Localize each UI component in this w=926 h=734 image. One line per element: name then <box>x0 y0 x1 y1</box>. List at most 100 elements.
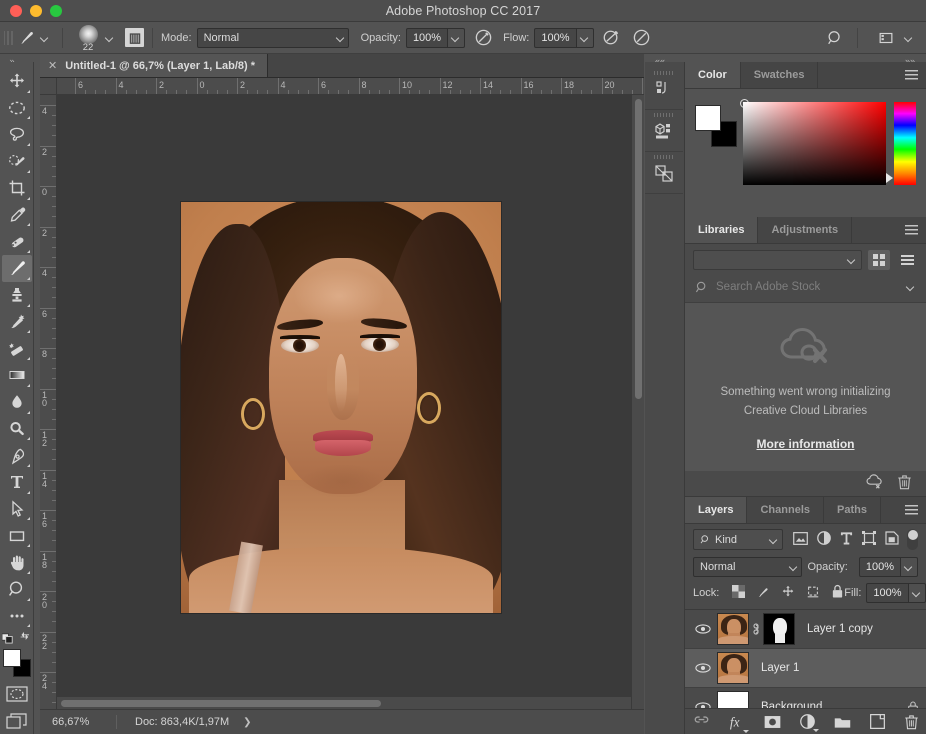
filter-type-icon[interactable] <box>840 531 853 548</box>
document-tab[interactable]: ✕ Untitled-1 @ 66,7% (Layer 1, Lab/8) * <box>40 54 268 77</box>
minimize-window-button[interactable] <box>30 5 42 17</box>
layer-opacity-value[interactable]: 100% <box>859 557 901 577</box>
crop-tool[interactable] <box>2 175 32 202</box>
vertical-ruler[interactable]: 4202468101214161820222426 <box>40 95 57 709</box>
ruler-corner[interactable] <box>40 78 57 95</box>
eyedropper-tool[interactable] <box>2 202 32 229</box>
swap-colors-icon[interactable] <box>19 631 32 644</box>
workspace-icon[interactable] <box>874 26 898 50</box>
opacity-control[interactable]: 100% <box>406 28 465 48</box>
layer-name[interactable]: Layer 1 <box>761 662 926 674</box>
history-brush-tool[interactable] <box>2 309 32 336</box>
canvas-area[interactable] <box>57 95 644 709</box>
edit-toolbar-tool[interactable] <box>2 603 32 630</box>
opacity-value[interactable]: 100% <box>406 28 448 48</box>
link-layers-icon[interactable] <box>693 715 710 729</box>
filter-shape-icon[interactable] <box>862 531 876 548</box>
new-layer-icon[interactable] <box>870 714 885 729</box>
default-colors-icon[interactable] <box>2 631 15 644</box>
layer-opacity-control[interactable]: 100% <box>859 557 918 577</box>
canvas-horizontal-scrollbar[interactable] <box>57 696 631 709</box>
blur-tool[interactable] <box>2 389 32 416</box>
current-tool-preset[interactable] <box>16 22 54 54</box>
zoom-level[interactable]: 66,67% <box>40 716 116 728</box>
new-adjustment-layer-icon[interactable] <box>800 714 815 729</box>
layer-opacity-stepper[interactable] <box>901 557 918 577</box>
more-information-link[interactable]: More information <box>757 437 855 451</box>
healing-brush-tool[interactable] <box>2 228 32 255</box>
brush-panel-icon[interactable]: ▥ <box>125 28 144 47</box>
layer-thumbnail[interactable] <box>717 652 749 684</box>
layer-fill-value[interactable]: 100% <box>866 583 908 603</box>
tab-layers[interactable]: Layers <box>685 497 747 523</box>
tablet-pressure-icon[interactable] <box>630 26 654 50</box>
document-info[interactable]: Doc: 863,4K/1,97M <box>117 716 229 728</box>
layer-name[interactable]: Layer 1 copy <box>807 623 926 635</box>
dodge-tool[interactable] <box>2 416 32 443</box>
tool-preset-chevron-icon[interactable] <box>36 27 54 49</box>
table-row[interactable]: Layer 1 copy <box>685 610 926 649</box>
eraser-tool[interactable] <box>2 335 32 362</box>
workspace-chevron-icon[interactable] <box>900 27 918 49</box>
flow-control[interactable]: 100% <box>534 28 593 48</box>
cloud-sync-error-icon[interactable] <box>865 474 883 493</box>
move-tool[interactable] <box>2 68 32 95</box>
brush-preset-chevron-icon[interactable] <box>101 27 119 49</box>
search-icon[interactable] <box>823 26 847 50</box>
layer-visibility-toggle[interactable] <box>689 623 717 635</box>
lock-artboard-nesting-icon[interactable] <box>806 585 820 602</box>
color-panel-swatches[interactable] <box>695 105 735 145</box>
elliptical-marquee-tool[interactable] <box>2 95 32 122</box>
trash-icon[interactable] <box>897 474 912 493</box>
artboard[interactable] <box>181 202 501 613</box>
tab-adjustments[interactable]: Adjustments <box>758 217 852 243</box>
path-selection-tool[interactable] <box>2 496 32 523</box>
flow-value[interactable]: 100% <box>534 28 576 48</box>
panel-menu-icon-libraries[interactable] <box>905 225 918 235</box>
tab-paths[interactable]: Paths <box>824 497 881 523</box>
lock-position-icon[interactable] <box>781 585 795 602</box>
close-icon[interactable]: ✕ <box>48 59 57 72</box>
hand-tool[interactable] <box>2 549 32 576</box>
grid-view-icon[interactable] <box>868 250 890 270</box>
flow-stepper[interactable] <box>577 28 594 48</box>
filter-kind-select[interactable]: Kind <box>693 529 783 550</box>
3d-panel-icon[interactable] <box>645 110 683 152</box>
screen-mode-icon[interactable] <box>2 707 32 734</box>
search-input[interactable]: Search Adobe Stock <box>716 281 899 293</box>
filter-adjustment-icon[interactable] <box>817 531 831 548</box>
color-field[interactable] <box>743 102 886 185</box>
panel-menu-icon-layers[interactable] <box>905 505 918 515</box>
layer-thumbnail[interactable] <box>717 613 749 645</box>
airbrush-pressure-icon[interactable] <box>471 26 495 50</box>
hue-marker[interactable] <box>886 173 893 183</box>
color-foreground-swatch[interactable] <box>695 105 721 131</box>
tab-color[interactable]: Color <box>685 62 741 88</box>
layer-blend-mode-select[interactable]: Normal <box>693 557 802 577</box>
canvas-vertical-scrollbar[interactable] <box>631 95 644 709</box>
options-bar-grip[interactable] <box>4 27 13 49</box>
list-view-icon[interactable] <box>896 250 918 270</box>
brush-preset-picker[interactable]: 22 <box>71 22 119 54</box>
library-select[interactable] <box>693 250 862 270</box>
new-group-icon[interactable] <box>834 715 851 729</box>
lasso-tool[interactable] <box>2 121 32 148</box>
quick-selection-tool[interactable] <box>2 148 32 175</box>
maximize-window-button[interactable] <box>50 5 62 17</box>
tab-channels[interactable]: Channels <box>747 497 824 523</box>
layer-mask-link-icon[interactable] <box>749 622 763 636</box>
foreground-color-swatch[interactable] <box>3 649 21 667</box>
type-tool[interactable] <box>2 469 32 496</box>
layer-style-fx-icon[interactable]: fx <box>729 714 745 730</box>
tab-libraries[interactable]: Libraries <box>685 217 758 243</box>
filter-pixel-icon[interactable] <box>793 532 808 548</box>
chevron-down-icon-search[interactable] <box>906 282 916 292</box>
opacity-stepper[interactable] <box>448 28 465 48</box>
layer-visibility-toggle[interactable] <box>689 662 717 674</box>
quick-mask-icon[interactable] <box>2 681 32 708</box>
pen-tool[interactable] <box>2 442 32 469</box>
color-swatches[interactable] <box>2 648 32 675</box>
lock-image-pixels-icon[interactable] <box>756 585 770 602</box>
adobe-stock-search[interactable]: Search Adobe Stock <box>685 276 926 303</box>
brush-tool[interactable] <box>2 255 32 282</box>
